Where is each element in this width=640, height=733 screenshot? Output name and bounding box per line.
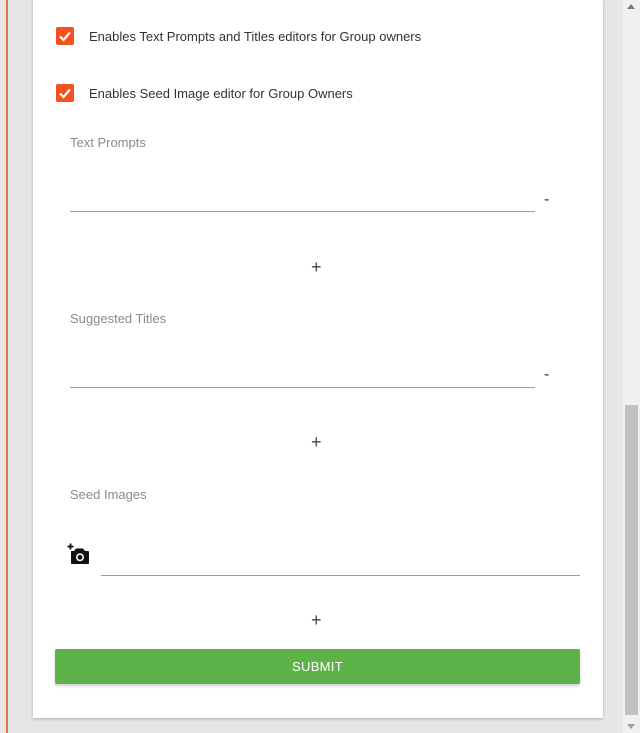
vertical-scrollbar[interactable] bbox=[623, 0, 640, 733]
text-editors-permission-row[interactable]: Enables Text Prompts and Titles editors … bbox=[56, 27, 421, 45]
scroll-up-arrow-icon[interactable] bbox=[627, 4, 635, 9]
add-seed-image-button[interactable]: + bbox=[311, 611, 322, 629]
text-prompts-heading: Text Prompts bbox=[70, 135, 146, 150]
checkmark-icon bbox=[59, 88, 71, 99]
text-prompt-input[interactable] bbox=[70, 185, 535, 212]
seed-editor-label: Enables Seed Image editor for Group Owne… bbox=[89, 85, 353, 101]
add-text-prompt-button[interactable]: + bbox=[311, 258, 322, 276]
add-photo-icon[interactable] bbox=[67, 543, 91, 565]
seed-images-heading: Seed Images bbox=[70, 487, 147, 502]
remove-text-prompt-button[interactable]: - bbox=[544, 192, 549, 208]
seed-editor-checkbox[interactable] bbox=[56, 84, 74, 102]
suggested-title-input[interactable] bbox=[70, 361, 535, 388]
suggested-titles-heading: Suggested Titles bbox=[70, 311, 167, 326]
text-editors-checkbox[interactable] bbox=[56, 27, 74, 45]
seed-editor-permission-row[interactable]: Enables Seed Image editor for Group Owne… bbox=[56, 84, 353, 102]
checkmark-icon bbox=[59, 31, 71, 42]
seed-image-field[interactable] bbox=[101, 575, 580, 576]
scrollbar-thumb[interactable] bbox=[625, 405, 638, 715]
submit-button[interactable]: SUBMIT bbox=[55, 649, 580, 684]
add-suggested-title-button[interactable]: + bbox=[311, 433, 322, 451]
text-editors-label: Enables Text Prompts and Titles editors … bbox=[89, 28, 422, 44]
left-accent-border bbox=[6, 0, 8, 733]
remove-suggested-title-button[interactable]: - bbox=[544, 367, 549, 383]
scroll-down-arrow-icon[interactable] bbox=[627, 724, 635, 729]
